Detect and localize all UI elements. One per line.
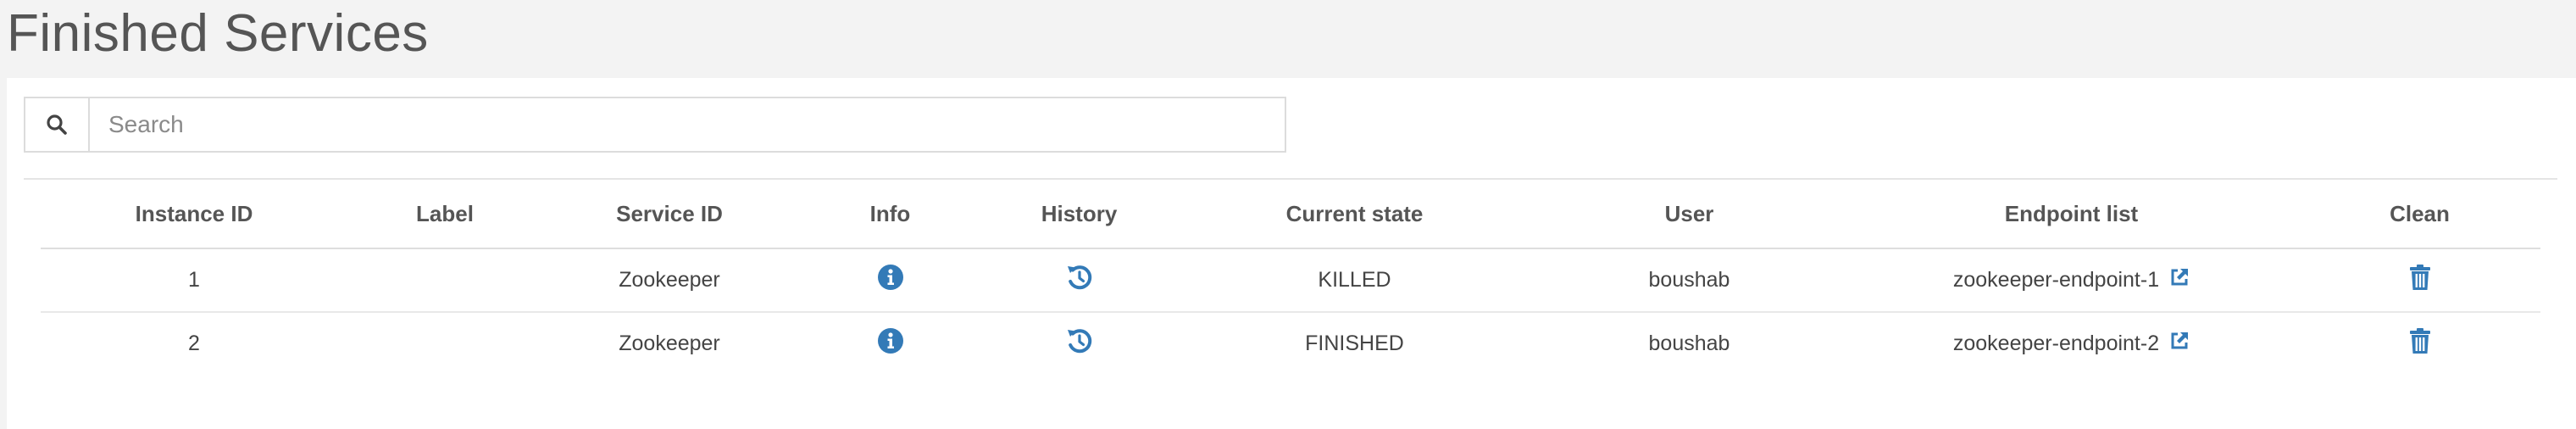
header-clean: Clean — [2299, 180, 2540, 249]
endpoint-link[interactable]: zookeeper-endpoint-1 — [1953, 268, 2159, 292]
cell-info — [797, 248, 984, 313]
header-history: History — [984, 180, 1174, 249]
cell-label — [347, 248, 542, 313]
header-label[interactable]: Label — [347, 180, 542, 249]
trash-icon[interactable] — [2409, 327, 2431, 354]
finished-services-table: Instance ID Label Service ID Info Histor… — [41, 180, 2540, 375]
cell-clean — [2299, 312, 2540, 375]
header-endpoint-list: Endpoint list — [1844, 180, 2299, 249]
info-icon[interactable] — [877, 264, 904, 291]
info-icon[interactable] — [877, 327, 904, 354]
cell-user: boushab — [1535, 248, 1844, 313]
cell-label — [347, 312, 542, 375]
cell-current-state: FINISHED — [1305, 332, 1404, 355]
trash-icon[interactable] — [2409, 264, 2431, 291]
cell-instance-id: 1 — [41, 248, 347, 313]
header-service-id[interactable]: Service ID — [542, 180, 797, 249]
cell-service-id: Zookeeper — [619, 332, 720, 355]
table-row: 1 Zookeeper KILLED boushab zookeeper-end… — [41, 248, 2540, 313]
page-title: Finished Services — [7, 4, 429, 63]
history-icon[interactable] — [1065, 263, 1094, 292]
endpoint-link[interactable]: zookeeper-endpoint-2 — [1953, 332, 2159, 356]
cell-user: boushab — [1648, 332, 1730, 355]
cell-history — [984, 248, 1174, 313]
cell-info — [797, 312, 984, 375]
cell-instance-id: 2 — [188, 332, 200, 355]
header-info: Info — [797, 180, 984, 249]
cell-history — [984, 312, 1174, 375]
header-instance-id[interactable]: Instance ID — [41, 180, 347, 249]
table-header-row: Instance ID Label Service ID Info Histor… — [41, 180, 2540, 249]
external-link-icon[interactable] — [2169, 267, 2190, 293]
history-icon[interactable] — [1065, 326, 1094, 355]
cell-current-state: KILLED — [1174, 248, 1535, 313]
services-panel: Instance ID Label Service ID Info Histor… — [7, 78, 2576, 429]
search-icon[interactable] — [25, 98, 90, 151]
endpoint-item[interactable]: zookeeper-endpoint-1 — [1953, 267, 2190, 293]
header-current-state[interactable]: Current state — [1174, 180, 1535, 249]
cell-service-id: Zookeeper — [542, 248, 797, 313]
cell-endpoint: zookeeper-endpoint-1 — [1844, 248, 2299, 313]
table-row: 2 Zookeeper FINISHED boushab zookeeper-e… — [41, 312, 2540, 375]
cell-endpoint: zookeeper-endpoint-2 — [1844, 312, 2299, 375]
header-user[interactable]: User — [1535, 180, 1844, 249]
external-link-icon[interactable] — [2169, 331, 2190, 357]
endpoint-item[interactable]: zookeeper-endpoint-2 — [1953, 331, 2190, 357]
search-bar — [24, 97, 1286, 153]
cell-clean — [2299, 248, 2540, 313]
search-input[interactable] — [90, 98, 1285, 151]
